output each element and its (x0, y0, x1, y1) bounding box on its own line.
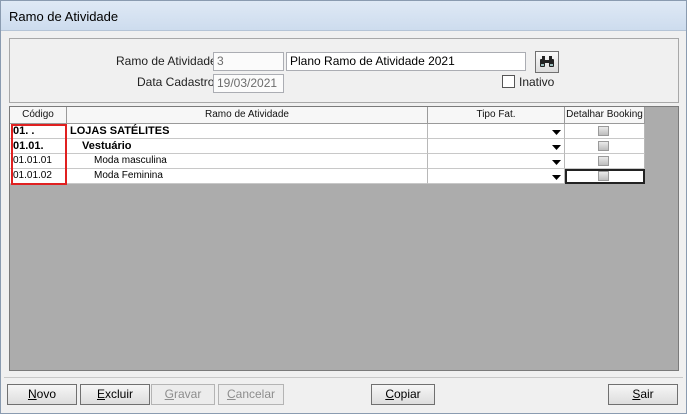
novo-button[interactable]: Novo (7, 384, 77, 405)
cell-detalhar[interactable] (565, 124, 645, 139)
detalhar-toggle[interactable] (598, 171, 609, 181)
excluir-button[interactable]: Excluir (80, 384, 150, 405)
sair-label: air (640, 387, 654, 401)
dropdown-arrow-icon[interactable] (550, 127, 562, 138)
detalhar-toggle[interactable] (598, 156, 609, 166)
inativo-checkbox[interactable] (502, 75, 515, 88)
copiar-label: opiar (393, 387, 421, 401)
button-bar: Novo Excluir Gravar Cancelar Copiar Sair (4, 377, 683, 409)
cell-codigo[interactable]: 01.01. (10, 139, 67, 154)
window-title: Ramo de Atividade (9, 9, 119, 24)
detalhar-toggle[interactable] (598, 126, 609, 136)
header-detalhar-booking[interactable]: Detalhar Booking (565, 107, 645, 124)
ramo-atividade-window: Ramo de Atividade Ramo de Atividade: 3 P… (0, 0, 687, 414)
copiar-accel: C (385, 387, 394, 401)
data-cadastro-label: Data Cadastro: (137, 75, 218, 89)
detalhar-toggle[interactable] (598, 141, 609, 151)
cancelar-accel: C (226, 387, 236, 401)
cell-codigo[interactable]: 01. . (10, 124, 67, 139)
cell-tipo-fat[interactable] (428, 169, 565, 184)
header-ramo-atividade[interactable]: Ramo de Atividade (67, 107, 428, 124)
cell-ramo[interactable]: LOJAS SATÉLITES (67, 124, 428, 139)
table-row[interactable]: 01.01.01 Moda masculina (10, 154, 645, 169)
atividades-grid: Código Ramo de Atividade Tipo Fat. Detal… (9, 106, 679, 371)
ramo-code-field[interactable]: 3 (213, 52, 284, 71)
table-row[interactable]: 01. . LOJAS SATÉLITES (10, 124, 645, 139)
excluir-label: xcluir (105, 387, 134, 401)
cell-tipo-fat[interactable] (428, 139, 565, 154)
cell-tipo-fat[interactable] (428, 124, 565, 139)
cancelar-button[interactable]: Cancelar (218, 384, 284, 405)
cell-ramo[interactable]: Vestuário (67, 139, 428, 154)
cancelar-label: ancelar (235, 387, 276, 401)
cell-tipo-fat[interactable] (428, 154, 565, 169)
cell-detalhar[interactable] (565, 154, 645, 169)
cell-codigo[interactable]: 01.01.02 (10, 169, 67, 184)
gravar-label: ravar (174, 387, 202, 401)
dropdown-arrow-icon[interactable] (550, 172, 562, 183)
gravar-accel: G (164, 387, 174, 401)
grid-header: Código Ramo de Atividade Tipo Fat. Detal… (10, 107, 645, 124)
cell-ramo[interactable]: Moda Feminina (67, 169, 428, 184)
copiar-button[interactable]: Copiar (371, 384, 435, 405)
excluir-accel: E (96, 387, 105, 401)
sair-button[interactable]: Sair (608, 384, 678, 405)
data-cadastro-field[interactable]: 19/03/2021 (213, 74, 284, 93)
novo-label: ovo (36, 387, 57, 401)
header-form-panel: Ramo de Atividade: 3 Plano Ramo de Ativi… (9, 38, 679, 103)
table-row[interactable]: 01.01. Vestuário (10, 139, 645, 154)
header-codigo[interactable]: Código (10, 107, 67, 124)
dropdown-arrow-icon[interactable] (550, 157, 562, 168)
cell-detalhar[interactable] (565, 169, 645, 184)
header-tipo-fat[interactable]: Tipo Fat. (428, 107, 565, 124)
dropdown-arrow-icon[interactable] (550, 142, 562, 153)
cell-ramo[interactable]: Moda masculina (67, 154, 428, 169)
table-row[interactable]: 01.01.02 Moda Feminina (10, 169, 645, 184)
ramo-label: Ramo de Atividade: (116, 54, 221, 68)
binoculars-icon (540, 56, 554, 67)
ramo-name-field[interactable]: Plano Ramo de Atividade 2021 (286, 52, 526, 71)
cell-detalhar[interactable] (565, 139, 645, 154)
search-button[interactable] (535, 51, 559, 73)
inativo-label: Inativo (519, 75, 555, 89)
title-bar[interactable]: Ramo de Atividade (1, 1, 686, 31)
gravar-button[interactable]: Gravar (151, 384, 215, 405)
cell-codigo[interactable]: 01.01.01 (10, 154, 67, 169)
novo-accel: N (27, 387, 37, 401)
